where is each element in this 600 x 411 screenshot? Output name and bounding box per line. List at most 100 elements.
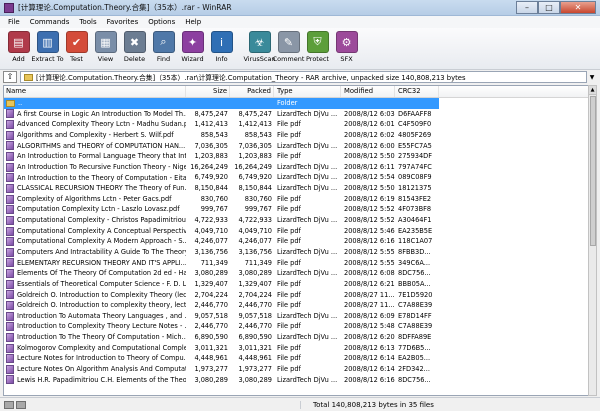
- cell-name: CLASSICAL RECURSION THEORY The Theory of…: [4, 183, 186, 194]
- table-row[interactable]: Lewis H.R. Papadimitriou C.H. Elements o…: [4, 375, 588, 386]
- cell-type: LizardTech DjVu ...: [277, 247, 338, 256]
- table-row[interactable]: An Introduction to the Theory of Computa…: [4, 172, 588, 183]
- list-header: Name Size Packed Type Modified CRC32: [4, 86, 588, 98]
- file-name: CLASSICAL RECURSION THEORY The Theory of…: [17, 184, 186, 193]
- toolbar-sfx-button[interactable]: ⚙ SFX: [332, 28, 361, 69]
- scroll-thumb[interactable]: [590, 96, 596, 246]
- menu-favorites[interactable]: Favorites: [102, 18, 144, 26]
- toolbar-delete-button[interactable]: ✖ Delete: [120, 28, 149, 69]
- cell-modified: 2008/8/12 6:14: [344, 365, 395, 374]
- table-row[interactable]: Goldreich O. Introduction to Complexity …: [4, 290, 588, 301]
- table-row[interactable]: Goldreich O. Introduction to complexity …: [4, 300, 588, 311]
- path-text: [计算理论.Computation.Theory.合集]（35本）.rar\计算…: [36, 74, 466, 82]
- cell-size: 6,890,590: [194, 333, 228, 342]
- table-row[interactable]: An Introduction to Formal Language Theor…: [4, 151, 588, 162]
- path-bar: ⇧ [计算理论.Computation.Theory.合集]（35本）.rar\…: [0, 70, 600, 84]
- table-row[interactable]: Introduction To Automata Theory Language…: [4, 311, 588, 322]
- table-row[interactable]: Algorithms and Complexity - Herbert S. W…: [4, 130, 588, 141]
- table-row[interactable]: Introduction To The Theory Of Computatio…: [4, 332, 588, 343]
- file-list[interactable]: Name Size Packed Type Modified CRC32 .. F…: [3, 85, 589, 396]
- cell-modified: 2008/8/12 6:16: [344, 237, 395, 246]
- cell-packed: 2,446,770: [238, 322, 272, 331]
- minimize-button[interactable]: –: [516, 1, 538, 14]
- cell-name: An Introduction to Formal Language Theor…: [4, 151, 186, 162]
- file-name: Elements Of The Theory Of Computation 2d…: [17, 269, 186, 278]
- column-size[interactable]: Size: [186, 86, 230, 97]
- cell-modified: 2008/8/12 5:48: [344, 322, 395, 331]
- menu-help[interactable]: Help: [180, 18, 206, 26]
- column-name[interactable]: Name: [4, 86, 186, 97]
- cell-type: File pdf: [277, 258, 301, 267]
- toolbar-info-button[interactable]: i Info: [207, 28, 236, 69]
- cell-modified: 2008/8/12 6:14: [344, 354, 395, 363]
- table-row[interactable]: Introduction to Complexity Theory Lectur…: [4, 321, 588, 332]
- table-row[interactable]: Lecture Notes On Algorithm Analysis And …: [4, 364, 588, 375]
- cell-modified: 2008/8/12 6:19: [344, 194, 395, 203]
- table-row[interactable]: CLASSICAL RECURSION THEORY The Theory of…: [4, 183, 588, 194]
- cell-type: LizardTech DjVu ...: [277, 141, 338, 150]
- toolbar-find-button[interactable]: ⌕ Find: [149, 28, 178, 69]
- file-name: Computational Complexity A Modern Approa…: [17, 237, 186, 246]
- maximize-button[interactable]: □: [538, 1, 560, 14]
- folder-icon: [6, 99, 15, 107]
- table-row[interactable]: Complexity of Algorithms Lctn - Peter Ga…: [4, 194, 588, 205]
- cell-name: Kolmogorov Complexity and Computational …: [4, 343, 186, 354]
- table-row[interactable]: Advanced Complexity Theory Lctn - Madhu …: [4, 119, 588, 130]
- pdf-file-icon: [6, 237, 14, 247]
- table-row[interactable]: ELEMENTARY RECURSION THEORY AND IT'S APP…: [4, 258, 588, 269]
- table-row[interactable]: .. Folder: [4, 98, 588, 109]
- table-row[interactable]: Computational Complexity - Christos Papa…: [4, 215, 588, 226]
- toolbar-comment-button[interactable]: ✎ Comment: [273, 28, 304, 69]
- toolbar-test-button[interactable]: ✔ Test: [62, 28, 91, 69]
- file-name: Computation Complexity Lctn - Laszlo Lov…: [17, 205, 180, 214]
- table-row[interactable]: Computational Complexity A Conceptual Pe…: [4, 226, 588, 237]
- table-row[interactable]: A first Course in Logic An Introduction …: [4, 109, 588, 120]
- table-row[interactable]: Computation Complexity Lctn - Laszlo Lov…: [4, 204, 588, 215]
- toolbar-protect-button[interactable]: ⛨ Protect: [303, 28, 332, 69]
- table-row[interactable]: Kolmogorov Complexity and Computational …: [4, 343, 588, 354]
- djvu-file-icon: [6, 183, 14, 193]
- menu-options[interactable]: Options: [143, 18, 180, 26]
- menu-tools[interactable]: Tools: [74, 18, 101, 26]
- table-row[interactable]: Computers And Intractability A Guide To …: [4, 247, 588, 258]
- toolbar-wizard-button[interactable]: ✦ Wizard: [178, 28, 207, 69]
- cell-modified: 2008/8/12 5:55: [344, 258, 395, 267]
- toolbar-add-button[interactable]: ▤ Add: [4, 28, 33, 69]
- status-summary: Total 140,808,213 bytes in 35 files: [300, 400, 600, 409]
- table-row[interactable]: Lecture Notes for Introduction to Theory…: [4, 353, 588, 364]
- cell-type: File pdf: [277, 290, 301, 299]
- vertical-scrollbar[interactable]: ▲: [588, 85, 597, 396]
- path-field[interactable]: [计算理论.Computation.Theory.合集]（35本）.rar\计算…: [20, 71, 587, 83]
- cell-size: 4,722,933: [194, 216, 228, 225]
- table-row[interactable]: Essentials of Theoretical Computer Scien…: [4, 279, 588, 290]
- menu-commands[interactable]: Commands: [25, 18, 75, 26]
- cell-name: A first Course in Logic An Introduction …: [4, 109, 186, 120]
- column-crc32[interactable]: CRC32: [395, 86, 439, 97]
- cell-name: ALGORITHMS and THEORY of COMPUTATION HAN…: [4, 141, 186, 152]
- cell-name: Essentials of Theoretical Computer Scien…: [4, 279, 186, 290]
- column-modified[interactable]: Modified: [341, 86, 395, 97]
- table-row[interactable]: Elements Of The Theory Of Computation 2d…: [4, 268, 588, 279]
- toolbar-label: Wizard: [181, 55, 204, 63]
- cell-size: 6,749,920: [194, 173, 228, 182]
- file-name: Goldreich O. Introduction to complexity …: [17, 301, 186, 310]
- toolbar-extract-to-button[interactable]: ▥ Extract To: [31, 28, 64, 69]
- table-row[interactable]: Computational Complexity A Modern Approa…: [4, 236, 588, 247]
- cell-size: 3,080,289: [194, 269, 228, 278]
- table-row[interactable]: An Introduction To Recursive Function Th…: [4, 162, 588, 173]
- cell-size: 3,011,321: [194, 343, 228, 352]
- menu-file[interactable]: File: [3, 18, 25, 26]
- up-folder-button[interactable]: ⇧: [3, 71, 17, 83]
- scroll-up-icon[interactable]: ▲: [589, 86, 596, 95]
- toolbar-virusscan-button[interactable]: ☣ VirusScan: [243, 28, 276, 69]
- cell-size: 4,049,710: [194, 226, 228, 235]
- column-packed[interactable]: Packed: [230, 86, 274, 97]
- cell-name: ELEMENTARY RECURSION THEORY AND IT'S APP…: [4, 258, 186, 269]
- close-button[interactable]: ✕: [560, 1, 596, 14]
- cell-type: LizardTech DjVu ...: [277, 269, 338, 278]
- toolbar-view-button[interactable]: ▦ View: [91, 28, 120, 69]
- path-dropdown-icon[interactable]: ▼: [587, 74, 597, 81]
- table-row[interactable]: ALGORITHMS and THEORY of COMPUTATION HAN…: [4, 141, 588, 152]
- column-type[interactable]: Type: [274, 86, 341, 97]
- info-icon: i: [210, 31, 233, 53]
